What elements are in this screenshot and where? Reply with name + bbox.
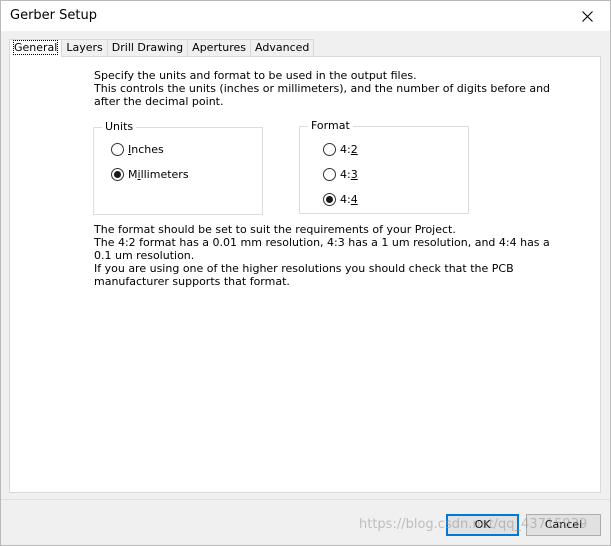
tab-drill-drawing-label: Drill Drawing bbox=[111, 41, 184, 54]
tab-apertures-label: Apertures bbox=[192, 41, 247, 54]
cancel-button[interactable]: Cancel bbox=[526, 514, 601, 536]
tab-strip: General Layers Drill Drawing Apertures A… bbox=[9, 39, 315, 57]
tab-apertures[interactable]: Apertures bbox=[187, 39, 252, 56]
format-4-2-label: 4:2 bbox=[340, 143, 358, 156]
title-bar: Gerber Setup bbox=[1, 1, 610, 31]
notes-line-2: The 4:2 format has a 0.01 mm resolution,… bbox=[94, 236, 550, 249]
millimeters-label: Millimeters bbox=[128, 168, 189, 181]
tab-layers[interactable]: Layers bbox=[61, 39, 108, 56]
tab-general-label: General bbox=[12, 40, 59, 55]
radio-button[interactable] bbox=[111, 143, 124, 156]
radio-dot-icon bbox=[114, 171, 121, 178]
close-icon bbox=[581, 10, 593, 22]
window-title: Gerber Setup bbox=[10, 8, 97, 23]
general-tab-panel: Specify the units and format to be used … bbox=[9, 56, 601, 493]
gerber-setup-dialog: Gerber Setup General Layers Drill Drawin… bbox=[0, 0, 611, 546]
format-4-2-radio[interactable]: 4:2 bbox=[323, 143, 358, 156]
tab-general[interactable]: General bbox=[9, 39, 63, 57]
radio-button-selected[interactable] bbox=[111, 168, 124, 181]
radio-dot-icon bbox=[326, 196, 333, 203]
radio-button-selected[interactable] bbox=[323, 193, 336, 206]
format-4-3-radio[interactable]: 4:3 bbox=[323, 168, 358, 181]
notes-line-1: The format should be set to suit the req… bbox=[94, 223, 456, 236]
format-groupbox: Format 4:2 4:3 4:4 bbox=[299, 119, 469, 214]
tab-layers-label: Layers bbox=[66, 41, 103, 54]
intro-line-2: This controls the units (inches or milli… bbox=[94, 82, 551, 95]
format-4-3-label: 4:3 bbox=[340, 168, 358, 181]
tab-advanced-label: Advanced bbox=[255, 41, 310, 54]
ok-button[interactable]: OK bbox=[446, 514, 519, 536]
intro-line-1: Specify the units and format to be used … bbox=[94, 69, 417, 82]
tab-drill-drawing[interactable]: Drill Drawing bbox=[106, 39, 189, 56]
notes-line-3: 0.1 um resolution. bbox=[94, 249, 195, 262]
notes-line-5: manufacturer supports that format. bbox=[94, 275, 290, 288]
intro-text: Specify the units and format to be used … bbox=[94, 69, 550, 108]
radio-button[interactable] bbox=[323, 168, 336, 181]
format-group-title: Format bbox=[308, 119, 353, 133]
units-groupbox: Units Inches Millimeters bbox=[93, 120, 263, 215]
notes-text: The format should be set to suit the req… bbox=[94, 223, 550, 288]
tab-advanced[interactable]: Advanced bbox=[250, 39, 315, 56]
inches-label: Inches bbox=[128, 143, 164, 156]
intro-line-3: after the decimal point. bbox=[94, 95, 224, 108]
units-group-title: Units bbox=[102, 120, 137, 134]
close-button[interactable] bbox=[564, 1, 610, 31]
format-4-4-radio[interactable]: 4:4 bbox=[323, 193, 358, 206]
format-4-4-label: 4:4 bbox=[340, 193, 358, 206]
radio-button[interactable] bbox=[323, 143, 336, 156]
units-inches-radio[interactable]: Inches bbox=[111, 143, 164, 156]
units-millimeters-radio[interactable]: Millimeters bbox=[111, 168, 189, 181]
notes-line-4: If you are using one of the higher resol… bbox=[94, 262, 514, 275]
